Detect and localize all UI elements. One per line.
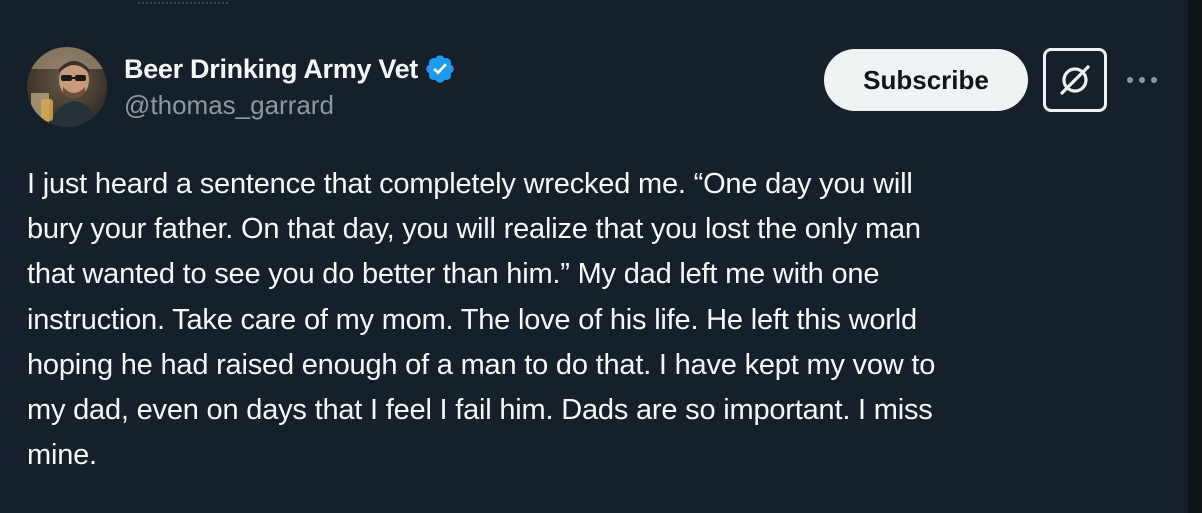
tweet-text-line: bury your father. On that day, you will … [27, 213, 921, 246]
tweet-text: I just heard a sentence that completely … [27, 162, 1167, 478]
tweet-text-line: that wanted to see you do better than hi… [27, 258, 880, 291]
previous-tweet-remnant [138, 0, 228, 4]
display-name-row: Beer Drinking Army Vet [124, 52, 456, 86]
grok-icon [1060, 65, 1090, 95]
tweet-text-line: my dad, even on days that I feel I fail … [27, 394, 933, 427]
verified-badge-icon[interactable] [424, 53, 456, 85]
avatar-photo [27, 47, 107, 127]
previous-tweet-edge [0, 0, 1202, 6]
display-name[interactable]: Beer Drinking Army Vet [124, 54, 418, 85]
tweet-text-line: mine. [27, 439, 97, 472]
scrollbar-track[interactable] [1188, 0, 1202, 513]
tweet-text-line: hoping he had raised enough of a man to … [27, 348, 936, 381]
more-horizontal-icon [1127, 77, 1157, 83]
grok-button[interactable] [1043, 48, 1107, 112]
more-options-button[interactable] [1122, 62, 1162, 98]
author-info: Beer Drinking Army Vet @thomas_garrard [124, 52, 456, 121]
avatar[interactable] [27, 47, 107, 127]
subscribe-button[interactable]: Subscribe [824, 49, 1028, 111]
user-handle[interactable]: @thomas_garrard [124, 90, 456, 121]
tweet-text-line: I just heard a sentence that completely … [27, 168, 913, 200]
tweet-text-line: instruction. Take care of my mom. The lo… [27, 303, 917, 336]
